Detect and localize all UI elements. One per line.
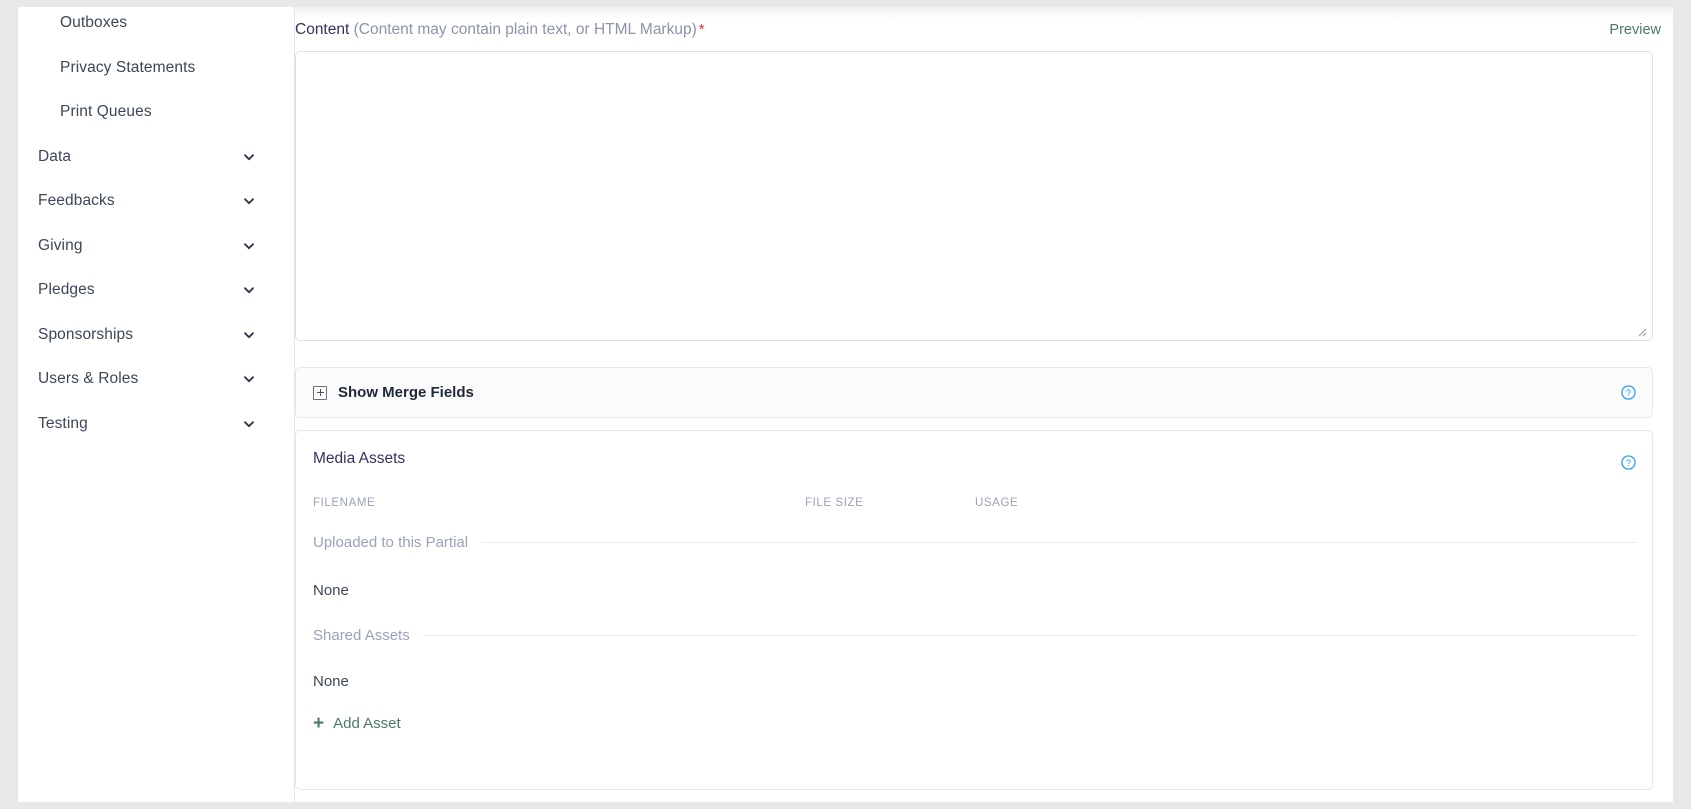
media-assets-panel: Media Assets ? FILENAME FILE SIZE USAGE … (295, 430, 1653, 790)
add-asset-label: Add Asset (333, 715, 401, 732)
sidebar-item-label: Data (38, 148, 72, 165)
chevron-down-icon[interactable] (243, 195, 255, 207)
required-asterisk: * (698, 21, 705, 38)
column-header-filesize: FILE SIZE (805, 497, 864, 509)
show-merge-fields-label: Show Merge Fields (338, 384, 474, 401)
asset-row-empty-uploaded: None (313, 582, 349, 599)
sidebar-item-label: Feedbacks (38, 192, 115, 209)
chevron-down-icon[interactable] (243, 373, 255, 385)
show-merge-fields-row: Show Merge Fields (313, 368, 474, 417)
sidebar-item-pledges[interactable]: Pledges (18, 266, 295, 314)
sidebar-item-privacy-statements[interactable]: Privacy Statements (18, 44, 295, 92)
sidebar-item-giving[interactable]: Giving (18, 222, 295, 270)
content-textarea[interactable] (295, 51, 1653, 341)
page-sheet: Outboxes Privacy Statements Print Queues Da… (18, 7, 1673, 802)
sidebar-item-label: Testing (38, 415, 88, 432)
sidebar-item-data[interactable]: Data (18, 133, 295, 181)
top-gradient-band (295, 7, 1673, 19)
content-label-hint: (Content may contain plain text, or HTML… (353, 21, 697, 38)
help-circle-icon-assets[interactable]: ? (1621, 455, 1636, 470)
sidebar-item-sponsorships[interactable]: Sponsorships (18, 311, 295, 359)
sidebar-item-label: Pledges (38, 281, 95, 298)
sidebar-item-outboxes[interactable]: Outboxes (18, 7, 295, 47)
chevron-down-icon[interactable] (243, 151, 255, 163)
svg-text:?: ? (1626, 458, 1631, 468)
divider (422, 635, 1637, 636)
chevron-down-icon[interactable] (243, 329, 255, 341)
sidebar-item-print-queues[interactable]: Print Queues (18, 88, 295, 136)
sidebar-item-feedbacks[interactable]: Feedbacks (18, 177, 295, 225)
column-header-filename: FILENAME (313, 497, 376, 509)
app-root: Outboxes Privacy Statements Print Queues Da… (0, 0, 1691, 809)
svg-text:?: ? (1626, 388, 1631, 398)
sidebar-item-label: Print Queues (60, 103, 152, 120)
preview-link[interactable]: Preview (1609, 22, 1661, 38)
plus-box-icon[interactable] (313, 385, 327, 400)
content-field-label: Content (Content may contain plain text,… (295, 21, 705, 39)
show-merge-fields-panel[interactable]: Show Merge Fields ? (295, 367, 1653, 418)
sidebar-item-label: Giving (38, 237, 83, 254)
divider (481, 542, 1637, 543)
column-header-usage: USAGE (975, 497, 1019, 509)
asset-group-label: Shared Assets (313, 627, 410, 644)
sidebar-item-label: Outboxes (60, 14, 128, 31)
chevron-down-icon[interactable] (243, 418, 255, 430)
sidebar-item-label: Sponsorships (38, 326, 134, 343)
asset-group-label: Uploaded to this Partial (313, 534, 469, 551)
sidebar-navigation: Outboxes Privacy Statements Print Queues Da… (18, 7, 295, 802)
plus-icon: + (313, 713, 325, 734)
content-label-row: Content (Content may contain plain text,… (295, 21, 1673, 49)
add-asset-button[interactable]: + Add Asset (313, 714, 401, 733)
sidebar-item-label: Privacy Statements (60, 59, 196, 76)
help-circle-icon-merge[interactable]: ? (1621, 385, 1636, 400)
media-assets-title: Media Assets (313, 450, 406, 467)
sidebar-item-users-roles[interactable]: Users & Roles (18, 355, 295, 403)
asset-group-header-shared: Shared Assets (313, 627, 1637, 644)
content-label-text: Content (295, 21, 350, 38)
asset-row-empty-shared: None (313, 673, 349, 690)
main-content: Content (Content may contain plain text,… (295, 7, 1673, 802)
chevron-down-icon[interactable] (243, 240, 255, 252)
chevron-down-icon[interactable] (243, 284, 255, 296)
sidebar-item-testing[interactable]: Testing (18, 400, 295, 448)
asset-group-header-uploaded: Uploaded to this Partial (313, 534, 1637, 551)
sidebar-item-label: Users & Roles (38, 370, 139, 387)
